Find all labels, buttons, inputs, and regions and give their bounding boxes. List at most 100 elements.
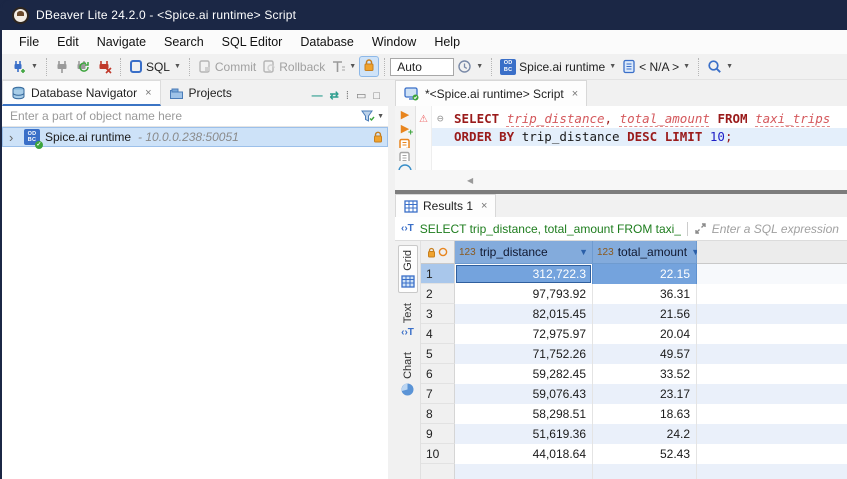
expander-icon[interactable]: › bbox=[9, 130, 19, 145]
grid-row-2[interactable]: 297,793.9236.31 bbox=[421, 284, 847, 304]
results-filter-bar[interactable]: ‹›T SELECT trip_distance, total_amount F… bbox=[395, 217, 847, 241]
execute-script-icon[interactable] bbox=[398, 138, 412, 148]
tab-database-navigator[interactable]: Database Navigator × bbox=[2, 80, 161, 106]
search-button[interactable]: ▼ bbox=[704, 57, 736, 76]
panel-sash[interactable] bbox=[388, 80, 395, 479]
cell-trip_distance[interactable]: 51,619.36 bbox=[455, 424, 593, 444]
tree-item-connection[interactable]: › ODBC Spice.ai runtime - 10.0.0.238:500… bbox=[2, 127, 388, 147]
cell-total_amount[interactable]: 24.2 bbox=[593, 424, 697, 444]
execute-new-tab-icon[interactable]: ▶ bbox=[401, 124, 409, 135]
row-number-cell[interactable]: 3 bbox=[421, 304, 455, 324]
editor-text-area[interactable]: ⊖SELECT trip_distance, total_amount FROM… bbox=[432, 106, 847, 170]
menu-window[interactable]: Window bbox=[363, 32, 425, 52]
active-database-selector[interactable]: < N/A > ▼ bbox=[619, 57, 693, 76]
grid-corner-cell[interactable] bbox=[421, 241, 455, 264]
chevron-down-icon[interactable]: ▼ bbox=[609, 63, 616, 70]
menu-navigate[interactable]: Navigate bbox=[88, 32, 155, 52]
cell-total_amount[interactable]: 18.63 bbox=[593, 404, 697, 424]
tab-results-1[interactable]: Results 1 × bbox=[395, 194, 496, 217]
cell-total_amount[interactable]: 21.56 bbox=[593, 304, 697, 324]
column-header-total_amount[interactable]: 123total_amount▼ bbox=[593, 241, 697, 264]
cell-total_amount[interactable]: 52.43 bbox=[593, 444, 697, 464]
disconnect-button[interactable] bbox=[94, 57, 115, 77]
expand-icon[interactable] bbox=[694, 222, 706, 235]
connect-button[interactable] bbox=[52, 57, 72, 77]
grid-row-5[interactable]: 571,752.2649.57 bbox=[421, 344, 847, 364]
close-icon[interactable]: × bbox=[572, 88, 578, 100]
active-connection-selector[interactable]: ODBC Spice.ai runtime ▼ bbox=[497, 57, 619, 77]
cell-trip_distance[interactable]: 72,975.97 bbox=[455, 324, 593, 344]
chevron-down-icon[interactable]: ▼ bbox=[349, 63, 356, 70]
autocommit-combo[interactable]: Auto bbox=[390, 58, 454, 76]
grid-row-9[interactable]: 951,619.3624.2 bbox=[421, 424, 847, 444]
transaction-log-button[interactable]: ▼ bbox=[328, 57, 359, 76]
cell-trip_distance[interactable]: 97,793.92 bbox=[455, 284, 593, 304]
cell-total_amount[interactable]: 49.57 bbox=[593, 344, 697, 364]
menu-edit[interactable]: Edit bbox=[48, 32, 88, 52]
grid-row-10[interactable]: 1044,018.6452.43 bbox=[421, 444, 847, 464]
sql-line-2[interactable]: ORDER BY trip_distance DESC LIMIT 10; bbox=[432, 128, 847, 146]
row-number-cell[interactable]: 2 bbox=[421, 284, 455, 304]
grid-row-4[interactable]: 472,975.9720.04 bbox=[421, 324, 847, 344]
presentation-tab-grid[interactable]: Grid bbox=[398, 245, 418, 293]
grid-row-1[interactable]: 1312,722.322.15 bbox=[421, 264, 847, 284]
cell-trip_distance[interactable]: 71,752.26 bbox=[455, 344, 593, 364]
grid-row-8[interactable]: 858,298.5118.63 bbox=[421, 404, 847, 424]
script-options-icon[interactable] bbox=[398, 151, 412, 161]
tab-sql-script[interactable]: *<Spice.ai runtime> Script × bbox=[395, 80, 587, 106]
new-connection-button[interactable]: ▼ bbox=[8, 57, 41, 77]
chevron-down-icon[interactable]: ▼ bbox=[726, 63, 733, 70]
close-icon[interactable]: × bbox=[481, 200, 487, 212]
sql-editor-button[interactable]: SQL ▼ bbox=[126, 57, 184, 76]
presentation-tab-text[interactable]: Text ‹›T bbox=[399, 299, 416, 342]
sort-desc-icon[interactable]: ▼ bbox=[579, 247, 588, 257]
sql-line-1[interactable]: ⊖SELECT trip_distance, total_amount FROM… bbox=[432, 110, 847, 128]
chevron-down-icon[interactable]: ▼ bbox=[476, 63, 483, 70]
chevron-down-icon[interactable]: ▼ bbox=[683, 63, 690, 70]
chevron-down-icon[interactable]: ▼ bbox=[174, 63, 181, 70]
menu-database[interactable]: Database bbox=[291, 32, 363, 52]
cell-trip_distance[interactable]: 59,076.43 bbox=[455, 384, 593, 404]
menu-search[interactable]: Search bbox=[155, 32, 213, 52]
cell-total_amount[interactable]: 20.04 bbox=[593, 324, 697, 344]
cell-total_amount[interactable]: 33.52 bbox=[593, 364, 697, 384]
cell-total_amount[interactable]: 23.17 bbox=[593, 384, 697, 404]
grid-row-3[interactable]: 382,015.4521.56 bbox=[421, 304, 847, 324]
presentation-tab-chart[interactable]: Chart bbox=[399, 348, 416, 400]
row-number-cell[interactable]: 8 bbox=[421, 404, 455, 424]
commit-button[interactable]: Commit bbox=[195, 57, 259, 76]
view-menu-icon[interactable]: ⁞ bbox=[346, 90, 349, 102]
row-number-cell[interactable]: 10 bbox=[421, 444, 455, 464]
minimize-icon[interactable]: ▭ bbox=[356, 89, 366, 102]
restore-panel-icon[interactable]: ⇄ bbox=[330, 89, 339, 102]
row-number-cell[interactable]: 4 bbox=[421, 324, 455, 344]
grid-row-6[interactable]: 659,282.4533.52 bbox=[421, 364, 847, 384]
grid-row-7[interactable]: 759,076.4323.17 bbox=[421, 384, 847, 404]
fold-collapse-icon[interactable]: ⊖ bbox=[437, 110, 444, 128]
result-grid[interactable]: 123trip_distance▼123total_amount▼1312,72… bbox=[421, 241, 847, 479]
reconnect-button[interactable] bbox=[72, 57, 94, 77]
column-header-trip_distance[interactable]: 123trip_distance▼ bbox=[455, 241, 593, 264]
row-number-cell[interactable]: 6 bbox=[421, 364, 455, 384]
close-icon[interactable]: × bbox=[145, 87, 151, 99]
tab-projects[interactable]: Projects bbox=[161, 80, 240, 106]
cell-trip_distance[interactable]: 44,018.64 bbox=[455, 444, 593, 464]
transaction-history-button[interactable]: ▼ bbox=[454, 57, 486, 76]
row-number-cell[interactable]: 7 bbox=[421, 384, 455, 404]
menu-sql-editor[interactable]: SQL Editor bbox=[213, 32, 292, 52]
menu-help[interactable]: Help bbox=[425, 32, 469, 52]
cell-trip_distance[interactable]: 312,722.3 bbox=[455, 264, 593, 284]
cell-trip_distance[interactable]: 58,298.51 bbox=[455, 404, 593, 424]
cell-trip_distance[interactable]: 82,015.45 bbox=[455, 304, 593, 324]
scroll-left-icon[interactable]: ◀ bbox=[467, 176, 473, 185]
cell-total_amount[interactable]: 36.31 bbox=[593, 284, 697, 304]
row-number-cell[interactable]: 9 bbox=[421, 424, 455, 444]
row-number-cell[interactable]: 1 bbox=[421, 264, 455, 284]
rollback-button[interactable]: Rollback bbox=[259, 57, 328, 76]
execute-statement-icon[interactable]: ▶ bbox=[401, 110, 409, 121]
connection-readonly-toggle[interactable] bbox=[359, 56, 379, 77]
cell-trip_distance[interactable]: 59,282.45 bbox=[455, 364, 593, 384]
object-filter-input[interactable]: Enter a part of object name here ▼ bbox=[2, 106, 388, 127]
chevron-down-icon[interactable]: ▼ bbox=[377, 113, 384, 120]
chevron-down-icon[interactable]: ▼ bbox=[31, 63, 38, 70]
